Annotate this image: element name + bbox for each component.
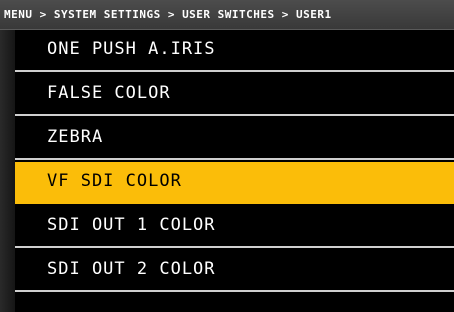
- menu-item-label: FALSE COLOR: [47, 83, 171, 103]
- menu-item-label: ZEBRA: [47, 127, 104, 147]
- menu-item-sdi-out-1-color[interactable]: SDI OUT 1 COLOR: [15, 206, 454, 248]
- menu-item-one-push-a-iris[interactable]: ONE PUSH A.IRIS: [15, 30, 454, 72]
- breadcrumb-bar: MENU > SYSTEM SETTINGS > USER SWITCHES >…: [0, 0, 454, 30]
- left-edge-bar: [0, 30, 15, 312]
- menu-item-vf-sdi-color[interactable]: VF SDI COLOR: [15, 162, 454, 204]
- breadcrumb: MENU > SYSTEM SETTINGS > USER SWITCHES >…: [4, 8, 332, 21]
- menu-item-sdi-out-2-color[interactable]: SDI OUT 2 COLOR: [15, 250, 454, 292]
- menu-item-label: SDI OUT 2 COLOR: [47, 259, 216, 279]
- menu-item-zebra[interactable]: ZEBRA: [15, 118, 454, 160]
- menu-screen: MENU > SYSTEM SETTINGS > USER SWITCHES >…: [0, 0, 454, 312]
- menu-item-label: VF SDI COLOR: [47, 171, 182, 191]
- menu-item-label: ONE PUSH A.IRIS: [47, 39, 216, 59]
- menu-item-label: SDI OUT 1 COLOR: [47, 215, 216, 235]
- menu-list: ONE PUSH A.IRIS FALSE COLOR ZEBRA VF SDI…: [15, 30, 454, 312]
- menu-item-false-color[interactable]: FALSE COLOR: [15, 74, 454, 116]
